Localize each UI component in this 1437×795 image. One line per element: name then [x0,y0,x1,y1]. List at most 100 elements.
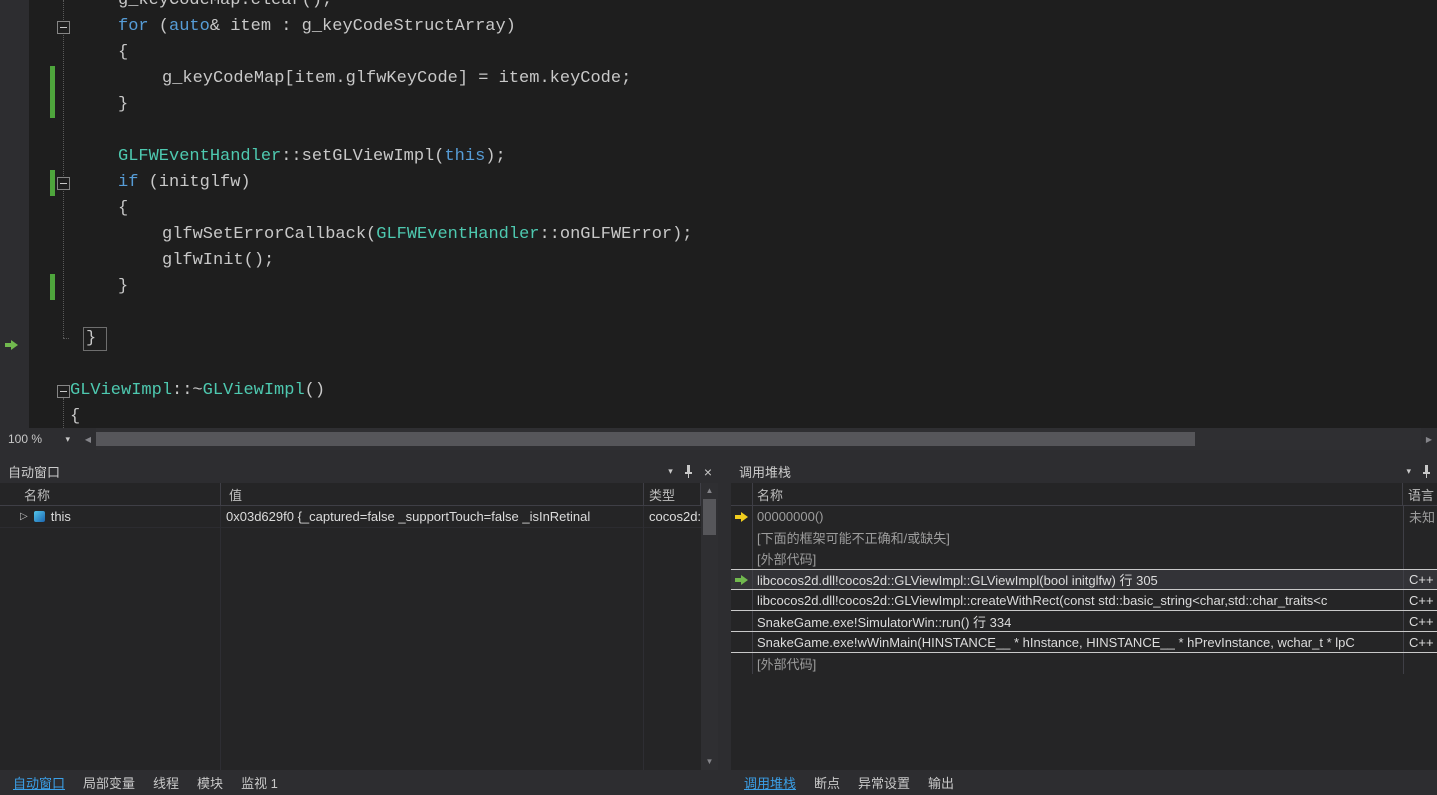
scroll-down-icon[interactable]: ▼ [701,757,718,766]
callstack-window: 调用堆栈 ▾ 名称 语言 00000000() 未知 [下面的框架可能不正确和/或缺… [731,460,1437,770]
column-header-name[interactable]: 名称 [0,483,221,505]
code-line[interactable] [0,352,1437,378]
frame-name: libcocos2d.dll!cocos2d::GLViewImpl::GLVi… [757,573,1158,588]
code-text: g_keyCodeMap.clear(); [118,0,333,10]
right-tool-tabstrip: 调用堆栈 断点 异常设置 输出 [731,770,1437,795]
frame-language: C++ [1403,590,1437,610]
tool-window-tab[interactable]: 局部变量 [74,773,144,792]
callstack-frame[interactable]: libcocos2d.dll!cocos2d::GLViewImpl::crea… [731,590,1437,611]
fold-collapse-icon[interactable] [57,177,70,190]
callstack-title: 调用堆栈 [739,465,792,480]
code-line[interactable]: } [0,274,1437,300]
column-header-language[interactable]: 语言 [1403,483,1437,505]
tool-window-tab[interactable]: 监视 1 [232,773,287,792]
tool-window-tab[interactable]: 线程 [144,773,188,792]
code-text: GLViewImpl::~GLViewImpl() [70,381,326,400]
frame-language: C++ [1403,570,1437,589]
code-line[interactable]: GLViewImpl::~GLViewImpl() [0,378,1437,404]
callstack-frame[interactable]: [外部代码] [731,548,1437,569]
callstack-frame[interactable]: [下面的框架可能不正确和/或缺失] [731,527,1437,548]
frame-name: SnakeGame.exe!wWinMain(HINSTANCE__ * hIn… [757,634,1355,650]
zoom-value: 100 % [8,432,43,446]
variable-type-cell: cocos2d: [649,509,701,524]
code-text: } [118,277,129,296]
code-line[interactable]: { [0,40,1437,66]
scrollbar-thumb[interactable] [703,499,716,535]
code-line[interactable]: } [0,326,1437,352]
window-position-menu-icon[interactable]: ▾ [668,467,673,476]
expand-icon[interactable]: ▷ [20,511,28,522]
variable-name: this [50,509,71,524]
scroll-up-icon[interactable]: ▲ [701,486,718,495]
code-line[interactable] [0,118,1437,144]
code-line[interactable]: } [0,92,1437,118]
autos-row[interactable]: ▷ this 0x03d629f0 {_captured=false _suppor… [0,506,718,528]
frame-language: 未知 [1403,506,1437,527]
tool-window-tab[interactable]: 调用堆栈 [735,773,805,792]
code-editor[interactable]: g_keyCodeMap.clear();for (auto& item : g… [0,0,1437,428]
modified-line-indicator [50,170,55,196]
window-position-menu-icon[interactable]: ▾ [1406,467,1411,476]
tool-window-tab[interactable]: 异常设置 [849,773,919,792]
green-arrow-icon [735,574,748,585]
frame-name: SnakeGame.exe!SimulatorWin::run() 行 334 [757,614,1012,630]
scrollbar-thumb[interactable] [96,432,1195,446]
code-line[interactable]: glfwInit(); [0,248,1437,274]
variable-value-cell[interactable]: 0x03d629f0 {_captured=false _supportTouc… [221,509,644,524]
modified-line-indicator [50,274,55,300]
frame-icon-cell [731,632,753,652]
callstack-frame[interactable]: libcocos2d.dll!cocos2d::GLViewImpl::GLVi… [731,569,1437,590]
frame-icon-cell [731,548,753,569]
code-line[interactable]: if (initglfw) [0,170,1437,196]
tool-window-tab[interactable]: 模块 [188,773,232,792]
code-text: } [83,327,108,351]
tool-window-tab[interactable]: 输出 [919,773,963,792]
callstack-frame[interactable]: [外部代码] [731,653,1437,674]
callstack-frame[interactable]: SnakeGame.exe!wWinMain(HINSTANCE__ * hIn… [731,632,1437,653]
autos-window: 自动窗口 ▾ × 名称 值 类型 ▷ this 0x03d629f0 {_captu… [0,460,718,770]
column-header-type[interactable]: 类型 [644,483,701,505]
fold-collapse-icon[interactable] [57,21,70,34]
autos-title: 自动窗口 [8,465,61,480]
frame-icon-cell [731,590,753,610]
column-header-name[interactable]: 名称 [753,483,1403,505]
callstack-column-headers: 名称 语言 [731,483,1437,506]
grid-line [220,506,221,770]
callstack-titlebar[interactable]: 调用堆栈 ▾ [731,460,1437,483]
column-header-value[interactable]: 值 [221,483,644,505]
scroll-right-icon: ▶ [1425,434,1433,444]
code-text: glfwInit(); [162,251,275,270]
close-icon[interactable]: × [704,465,712,479]
tool-window-tab[interactable]: 断点 [805,773,849,792]
callstack-frame[interactable]: 00000000() 未知 [731,506,1437,527]
code-line[interactable]: glfwSetErrorCallback(GLFWEventHandler::o… [0,222,1437,248]
code-line[interactable] [0,300,1437,326]
code-line[interactable]: g_keyCodeMap[item.glfwKeyCode] = item.ke… [0,66,1437,92]
frame-icon-cell [731,570,753,589]
pin-icon[interactable] [1422,465,1431,478]
code-line[interactable]: for (auto& item : g_keyCodeStructArray) [0,14,1437,40]
frame-language [1403,653,1437,674]
pin-icon[interactable] [684,465,693,478]
fold-collapse-icon[interactable] [57,385,70,398]
callstack-frame[interactable]: SnakeGame.exe!SimulatorWin::run() 行 334 C… [731,611,1437,632]
autos-rows: ▷ this 0x03d629f0 {_captured=false _suppor… [0,506,718,528]
autos-column-headers: 名称 值 类型 [0,483,718,506]
chevron-down-icon: ▾ [65,433,70,444]
frame-name: [外部代码] [757,657,817,672]
frame-icon-cell [731,653,753,674]
code-line[interactable]: GLFWEventHandler::setGLViewImpl(this); [0,144,1437,170]
code-line[interactable]: { [0,404,1437,428]
scroll-left-button[interactable]: ◀ [80,428,96,450]
frame-icon-cell [731,506,753,527]
scroll-right-button[interactable]: ▶ [1421,428,1437,450]
visual-studio-debug-window: g_keyCodeMap.clear();for (auto& item : g… [0,0,1437,795]
code-line[interactable]: { [0,196,1437,222]
zoom-combobox[interactable]: 100 % ▾ [0,428,78,450]
code-line[interactable]: g_keyCodeMap.clear(); [0,0,1437,14]
left-tool-tabstrip: 自动窗口 局部变量 线程 模块 监视 1 [0,770,718,795]
modified-line-indicator [50,92,55,118]
tool-window-tab[interactable]: 自动窗口 [4,773,74,792]
autos-titlebar[interactable]: 自动窗口 ▾ × [0,460,718,483]
code-text: g_keyCodeMap[item.glfwKeyCode] = item.ke… [162,69,632,88]
